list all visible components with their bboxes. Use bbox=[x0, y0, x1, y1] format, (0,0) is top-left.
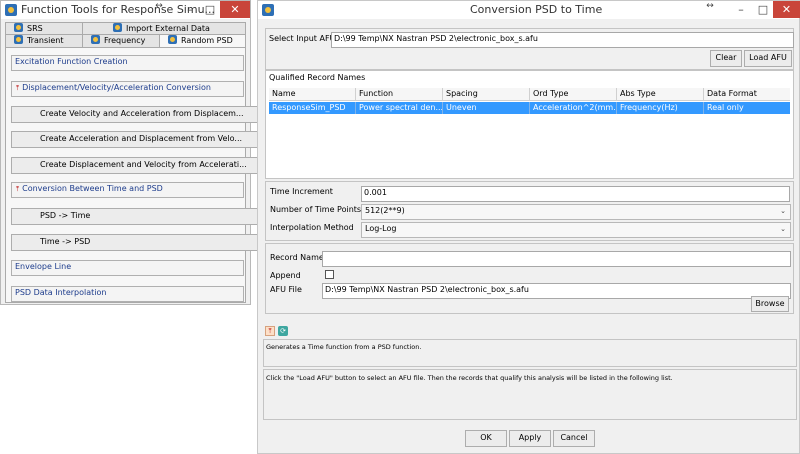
column-header-spacing[interactable]: Spacing bbox=[443, 88, 530, 100]
column-header-data-format[interactable]: Data Format bbox=[704, 88, 790, 100]
button-label: Create Velocity and Acceleration from Di… bbox=[40, 109, 244, 118]
create-velocity-acceleration-button[interactable]: Create Velocity and Acceleration from Di… bbox=[11, 106, 269, 123]
button-label: Create Displacement and Velocity from Ac… bbox=[40, 160, 247, 169]
chevron-down-icon: ⌄ bbox=[780, 225, 786, 233]
app-icon bbox=[262, 4, 274, 16]
cell-data-format: Real only bbox=[707, 103, 744, 112]
apply-button[interactable]: Apply bbox=[509, 430, 551, 447]
tab-random-psd[interactable]: Random PSD bbox=[159, 34, 246, 48]
column-header-ord-type[interactable]: Ord Type bbox=[530, 88, 617, 100]
dropdown-value: Log-Log bbox=[365, 224, 397, 233]
function-tools-titlebar: Function Tools for Response Simu... ↔ – … bbox=[1, 1, 250, 19]
num-time-points-label: Number of Time Points bbox=[270, 205, 362, 214]
button-label: PSD -> Time bbox=[40, 211, 91, 220]
cell-name: ResponseSim_PSD bbox=[269, 102, 356, 114]
select-input-afu-field[interactable]: D:\99 Temp\NX Nastran PSD 2\electronic_b… bbox=[331, 32, 794, 48]
records-header: Name Function Spacing Ord Type Abs Type … bbox=[269, 88, 790, 101]
interpolation-method-label: Interpolation Method bbox=[270, 223, 354, 232]
tab-label: Frequency bbox=[104, 36, 146, 45]
column-header-abs-type[interactable]: Abs Type bbox=[617, 88, 704, 100]
afu-file-field[interactable]: D:\99 Temp\NX Nastran PSD 2\electronic_b… bbox=[322, 283, 791, 299]
collapse-chevron-icon[interactable]: ⤒ bbox=[265, 326, 275, 336]
psd-to-time-button[interactable]: PSD -> Time bbox=[11, 208, 269, 225]
section-excitation-function-creation[interactable]: Excitation Function Creation bbox=[11, 55, 244, 71]
hint-text: Click the "Load AFU" button to select an… bbox=[266, 374, 673, 382]
cell-abs-type: Frequency(Hz) bbox=[617, 102, 704, 114]
parameters-panel: Time Increment 0.001 Number of Time Poin… bbox=[265, 181, 794, 241]
section-conversion-time-psd[interactable]: ⤒ Conversion Between Time and PSD bbox=[11, 182, 244, 198]
app-icon bbox=[5, 4, 17, 16]
collapse-chevron-icon: ⤒ bbox=[16, 185, 20, 193]
afu-file-label: AFU File bbox=[270, 285, 302, 294]
output-panel: Record Name Append AFU File D:\99 Temp\N… bbox=[265, 243, 794, 314]
dropdown-value: 512(2**9) bbox=[365, 206, 405, 215]
move-icon[interactable]: ↔ bbox=[699, 0, 721, 14]
chevron-down-icon: ⌄ bbox=[780, 207, 786, 215]
function-tools-window: Function Tools for Response Simu... ↔ – … bbox=[0, 0, 269, 305]
record-name-label: Record Name bbox=[270, 253, 324, 262]
section-label: Excitation Function Creation bbox=[15, 57, 128, 66]
append-label: Append bbox=[270, 271, 301, 280]
tab-icon bbox=[14, 35, 23, 44]
section-label: Envelope Line bbox=[15, 262, 72, 271]
tab-label: SRS bbox=[27, 24, 43, 33]
column-header-function[interactable]: Function bbox=[356, 88, 443, 100]
select-input-label: Select Input AFU bbox=[269, 34, 336, 43]
time-increment-field[interactable]: 0.001 bbox=[361, 186, 790, 202]
num-time-points-dropdown[interactable]: 512(2**9) ⌄ bbox=[361, 204, 791, 220]
button-label: Create Acceleration and Displacement fro… bbox=[40, 134, 243, 143]
tab-label: Transient bbox=[27, 36, 64, 45]
section-displacement-conversion[interactable]: ⤒ Displacement/Velocity/Acceleration Conv… bbox=[11, 81, 244, 97]
select-input-panel: Select Input AFU D:\99 Temp\NX Nastran P… bbox=[265, 28, 794, 70]
browse-button[interactable]: Browse bbox=[751, 296, 789, 312]
append-checkbox[interactable] bbox=[325, 270, 334, 279]
cell-function: Power spectral den... bbox=[356, 102, 443, 114]
cancel-button[interactable]: Cancel bbox=[553, 430, 595, 447]
table-row[interactable]: ResponseSim_PSD Power spectral den... Un… bbox=[269, 102, 790, 114]
move-icon[interactable]: ↔ bbox=[148, 0, 170, 14]
tab-frequency[interactable]: Frequency bbox=[82, 34, 161, 48]
section-psd-data-interpolation[interactable]: PSD Data Interpolation bbox=[11, 286, 244, 302]
conversion-dialog: Conversion PSD to Time ↔ – □ ✕ Select In… bbox=[257, 0, 800, 454]
tab-icon bbox=[168, 35, 177, 44]
close-button[interactable]: ✕ bbox=[773, 1, 800, 18]
tab-label: Random PSD bbox=[181, 36, 233, 45]
section-label: Displacement/Velocity/Acceleration Conve… bbox=[22, 83, 211, 92]
maximize-button[interactable]: □ bbox=[752, 2, 774, 18]
interpolation-method-dropdown[interactable]: Log-Log ⌄ bbox=[361, 222, 791, 238]
collapse-chevron-icon: ⤒ bbox=[16, 84, 20, 92]
section-label: Conversion Between Time and PSD bbox=[22, 184, 163, 193]
description-box: Generates a Time function from a PSD fun… bbox=[263, 339, 797, 367]
record-name-field[interactable] bbox=[322, 251, 791, 267]
tab-icon bbox=[91, 35, 100, 44]
qualified-records-panel: Qualified Record Names Name Function Spa… bbox=[265, 70, 794, 179]
ok-button[interactable]: OK bbox=[465, 430, 507, 447]
time-increment-label: Time Increment bbox=[270, 187, 333, 196]
dialog-titlebar: Conversion PSD to Time ↔ – □ ✕ bbox=[258, 0, 800, 19]
clear-button[interactable]: Clear bbox=[710, 50, 742, 67]
section-label: PSD Data Interpolation bbox=[15, 288, 107, 297]
button-label: Time -> PSD bbox=[40, 237, 91, 246]
tab-transient[interactable]: Transient bbox=[5, 34, 84, 48]
tab-icon bbox=[14, 23, 23, 32]
cell-spacing: Uneven bbox=[443, 102, 530, 114]
description-text: Generates a Time function from a PSD fun… bbox=[266, 343, 422, 351]
minimize-button[interactable]: – bbox=[179, 2, 201, 18]
close-button[interactable]: ✕ bbox=[220, 1, 250, 18]
load-afu-button[interactable]: Load AFU bbox=[744, 50, 792, 67]
minimize-button[interactable]: – bbox=[730, 2, 752, 18]
refresh-icon[interactable]: ⟳ bbox=[278, 326, 288, 336]
maximize-button[interactable]: □ bbox=[199, 2, 221, 18]
create-displacement-velocity-button[interactable]: Create Displacement and Velocity from Ac… bbox=[11, 157, 269, 174]
time-to-psd-button[interactable]: Time -> PSD bbox=[11, 234, 269, 251]
hint-box: Click the "Load AFU" button to select an… bbox=[263, 369, 797, 420]
tab-icon bbox=[113, 23, 122, 32]
dialog-title: Conversion PSD to Time bbox=[470, 3, 603, 16]
cell-ord-type: Acceleration^2(mm... bbox=[530, 102, 617, 114]
column-header-name[interactable]: Name bbox=[269, 88, 356, 100]
tab-label: Import External Data bbox=[126, 24, 210, 33]
section-envelope-line[interactable]: Envelope Line bbox=[11, 260, 244, 276]
create-acceleration-displacement-button[interactable]: Create Acceleration and Displacement fro… bbox=[11, 131, 269, 148]
qualified-records-title: Qualified Record Names bbox=[269, 73, 366, 82]
